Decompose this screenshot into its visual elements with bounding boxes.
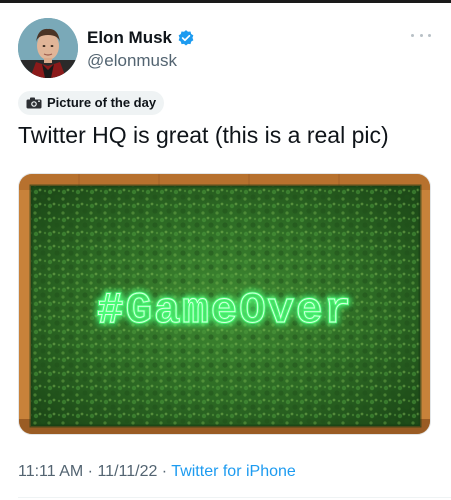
tweet-text: Twitter HQ is great (this is a real pic) [18, 122, 389, 148]
author-name-row[interactable]: Elon Musk [87, 28, 195, 48]
label-text: Picture of the day [47, 95, 157, 110]
author-name[interactable]: Elon Musk [87, 28, 172, 48]
photo-image: #GameOver #GameOver [19, 174, 430, 434]
more-dot [419, 33, 423, 37]
camera-icon [26, 97, 42, 109]
avatar-image [18, 18, 78, 78]
more-dot [411, 33, 414, 37]
more-icon[interactable] [411, 30, 431, 40]
tweet-photo[interactable]: #GameOver #GameOver [18, 173, 431, 435]
verified-icon [178, 30, 194, 46]
author-handle[interactable]: @elonmusk [87, 51, 177, 71]
label-badge[interactable]: Picture of the day [18, 91, 165, 115]
tweet-time[interactable]: 11:11 AM [18, 463, 83, 480]
top-divider [0, 0, 451, 3]
meta-separator: · [83, 463, 98, 480]
neon-sign-core: #GameOver [97, 286, 353, 336]
bottom-divider [18, 497, 451, 498]
tweet-date[interactable]: 11/11/22 [97, 463, 157, 480]
meta-separator: · [157, 463, 172, 480]
avatar[interactable] [18, 18, 78, 78]
tweet-card: Elon Musk @elonmusk Picture of the day T… [0, 0, 451, 500]
tweet-meta: 11:11 AM · 11/11/22 · Twitter for iPhone [18, 462, 296, 482]
more-dot [428, 33, 431, 37]
tweet-source[interactable]: Twitter for iPhone [171, 463, 296, 480]
